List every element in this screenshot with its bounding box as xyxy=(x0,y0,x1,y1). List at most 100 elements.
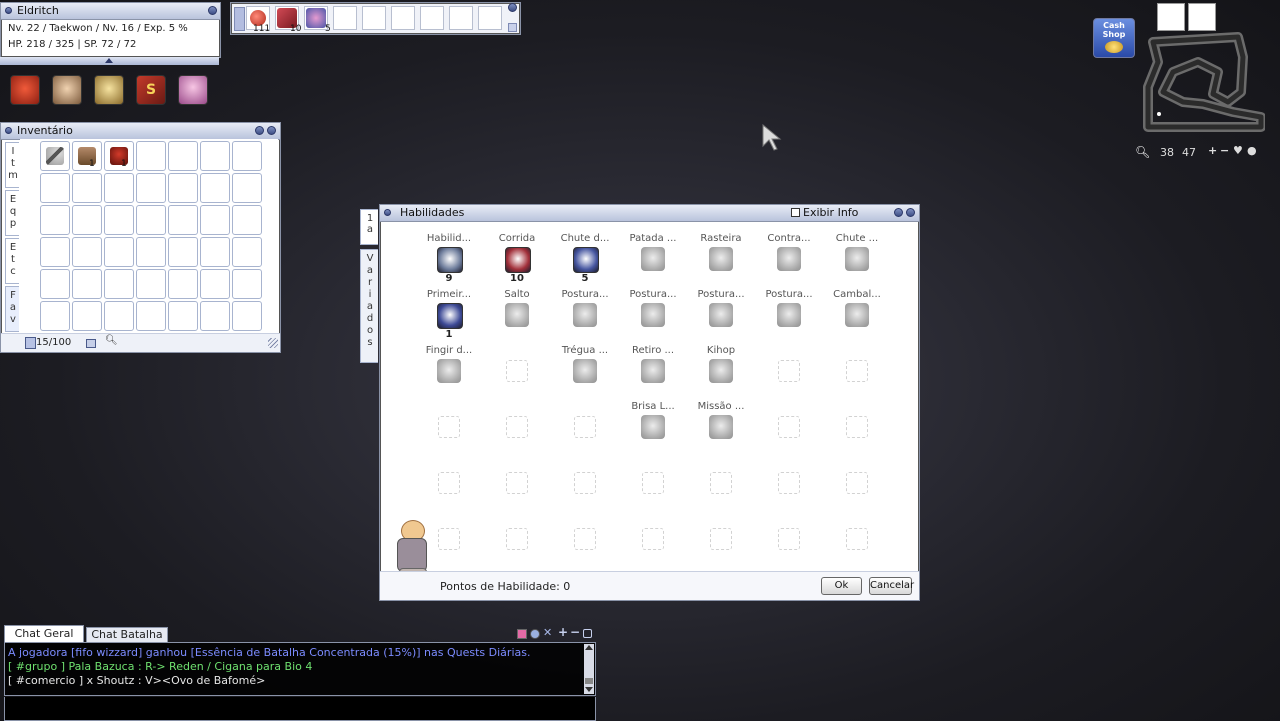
skill-icon[interactable] xyxy=(845,247,869,271)
zoom-out-icon[interactable]: − xyxy=(1220,144,1229,157)
inventory-slot[interactable] xyxy=(136,141,166,171)
cancel-button[interactable]: Cancelar xyxy=(869,577,914,595)
inventory-tab-eqp[interactable]: Eqp xyxy=(5,190,19,236)
chevron-down-icon[interactable] xyxy=(508,23,517,32)
inventory-slot[interactable] xyxy=(136,173,166,203)
minimap-top-slot[interactable] xyxy=(1157,3,1185,31)
exibir-info-checkbox[interactable] xyxy=(791,208,800,217)
skill-menu-icon[interactable]: S xyxy=(136,75,166,105)
skills-tab-1a[interactable]: 1a xyxy=(360,209,378,245)
inventory-slot[interactable] xyxy=(104,173,134,203)
skill-icon[interactable] xyxy=(437,359,461,383)
inventory-slot[interactable] xyxy=(136,269,166,299)
hotbar-slot[interactable] xyxy=(391,6,415,30)
inventory-tab-itm[interactable]: Itm xyxy=(5,142,19,188)
inventory-slot[interactable] xyxy=(232,141,262,171)
status-menu-icon[interactable] xyxy=(10,75,40,105)
hotbar-page-tab[interactable] xyxy=(234,7,245,31)
lock-icon[interactable] xyxy=(86,339,96,348)
skill-icon[interactable] xyxy=(573,303,597,327)
inventory-slot[interactable] xyxy=(136,237,166,267)
chat-lock-icon[interactable] xyxy=(583,629,592,638)
inventory-slot[interactable] xyxy=(40,237,70,267)
skill-icon[interactable] xyxy=(845,303,869,327)
item-menu-icon[interactable] xyxy=(94,75,124,105)
skill-icon[interactable] xyxy=(641,359,665,383)
inventory-slot[interactable] xyxy=(232,205,262,235)
cash-shop-button[interactable]: Cash Shop xyxy=(1093,18,1135,58)
close-icon[interactable] xyxy=(906,208,915,217)
hotbar-slot[interactable] xyxy=(333,6,357,30)
inventory-slot[interactable]: 1 xyxy=(72,141,102,171)
inventory-slot[interactable] xyxy=(200,205,230,235)
ok-button[interactable]: Ok xyxy=(821,577,862,595)
inventory-slot[interactable] xyxy=(168,205,198,235)
search-icon[interactable]: 🔍︎ xyxy=(105,335,118,346)
inventory-slot[interactable] xyxy=(40,269,70,299)
scroll-thumb[interactable] xyxy=(585,678,593,684)
hotbar-slot[interactable] xyxy=(478,6,502,30)
minimap-top-slot[interactable] xyxy=(1188,3,1216,31)
inventory-slot[interactable] xyxy=(136,205,166,235)
minimize-icon[interactable] xyxy=(894,208,903,217)
chat-log[interactable]: A jogadora [fifo wizzard] ganhou [Essênc… xyxy=(4,642,596,696)
skill-icon[interactable] xyxy=(709,415,733,439)
menu-toggle-bar[interactable] xyxy=(0,57,219,65)
skill-icon[interactable] xyxy=(505,303,529,327)
inventory-slot[interactable] xyxy=(200,269,230,299)
hotbar-slot[interactable] xyxy=(420,6,444,30)
inventory-slot[interactable] xyxy=(168,269,198,299)
chat-close-icon[interactable]: ✕ xyxy=(543,626,552,639)
skill-icon[interactable] xyxy=(709,247,733,271)
inventory-slot[interactable] xyxy=(232,173,262,203)
chat-expand-icon[interactable]: + xyxy=(558,625,568,639)
minimap[interactable] xyxy=(1143,32,1266,132)
inventory-tab-etc[interactable]: Etc xyxy=(5,238,19,284)
inventory-slot[interactable] xyxy=(200,173,230,203)
skills-tab-variados[interactable]: Variados xyxy=(360,249,378,363)
inventory-slot[interactable] xyxy=(40,141,70,171)
chat-settings-icon[interactable] xyxy=(530,629,540,639)
skill-icon[interactable] xyxy=(505,247,531,273)
inventory-slot[interactable] xyxy=(72,301,102,331)
skill-icon[interactable] xyxy=(641,303,665,327)
inventory-slot[interactable] xyxy=(168,173,198,203)
inventory-slot[interactable] xyxy=(168,237,198,267)
inventory-slot[interactable] xyxy=(104,269,134,299)
inventory-slot[interactable] xyxy=(200,141,230,171)
close-icon[interactable] xyxy=(267,126,276,135)
inventory-slot[interactable] xyxy=(232,237,262,267)
hotbar-slot[interactable] xyxy=(449,6,473,30)
skill-icon[interactable] xyxy=(641,247,665,271)
skill-icon[interactable] xyxy=(777,247,801,271)
inventory-slot[interactable] xyxy=(136,301,166,331)
inventory-slot[interactable] xyxy=(104,301,134,331)
favorite-icon[interactable]: ♥ xyxy=(1233,144,1243,157)
inventory-slot[interactable] xyxy=(40,301,70,331)
inventory-slot[interactable] xyxy=(72,205,102,235)
inventory-slot[interactable] xyxy=(104,205,134,235)
resize-handle-icon[interactable] xyxy=(268,338,278,348)
inventory-slot[interactable] xyxy=(104,237,134,267)
close-icon[interactable] xyxy=(508,3,517,12)
skill-icon[interactable] xyxy=(709,359,733,383)
skill-icon[interactable] xyxy=(709,303,733,327)
zoom-in-icon[interactable]: + xyxy=(1208,144,1217,157)
inventory-slot[interactable] xyxy=(72,237,102,267)
skill-icon[interactable] xyxy=(437,303,463,329)
skill-icon[interactable] xyxy=(641,415,665,439)
inventory-slot[interactable] xyxy=(72,269,102,299)
inventory-slot[interactable] xyxy=(40,173,70,203)
inventory-slot[interactable]: 1 xyxy=(104,141,134,171)
equipment-menu-icon[interactable] xyxy=(52,75,82,105)
inventory-slot[interactable] xyxy=(200,301,230,331)
settings-icon[interactable]: ● xyxy=(1247,144,1257,157)
inventory-slot[interactable] xyxy=(72,173,102,203)
inventory-slot[interactable] xyxy=(168,301,198,331)
inventory-titlebar[interactable]: Inventário xyxy=(1,123,280,140)
chat-shrink-icon[interactable]: − xyxy=(570,625,580,639)
skill-icon[interactable] xyxy=(437,247,463,273)
skills-titlebar[interactable]: Habilidades Exibir Info xyxy=(380,205,919,222)
chat-filter-icon[interactable] xyxy=(517,629,527,639)
chat-scrollbar[interactable] xyxy=(584,644,594,694)
